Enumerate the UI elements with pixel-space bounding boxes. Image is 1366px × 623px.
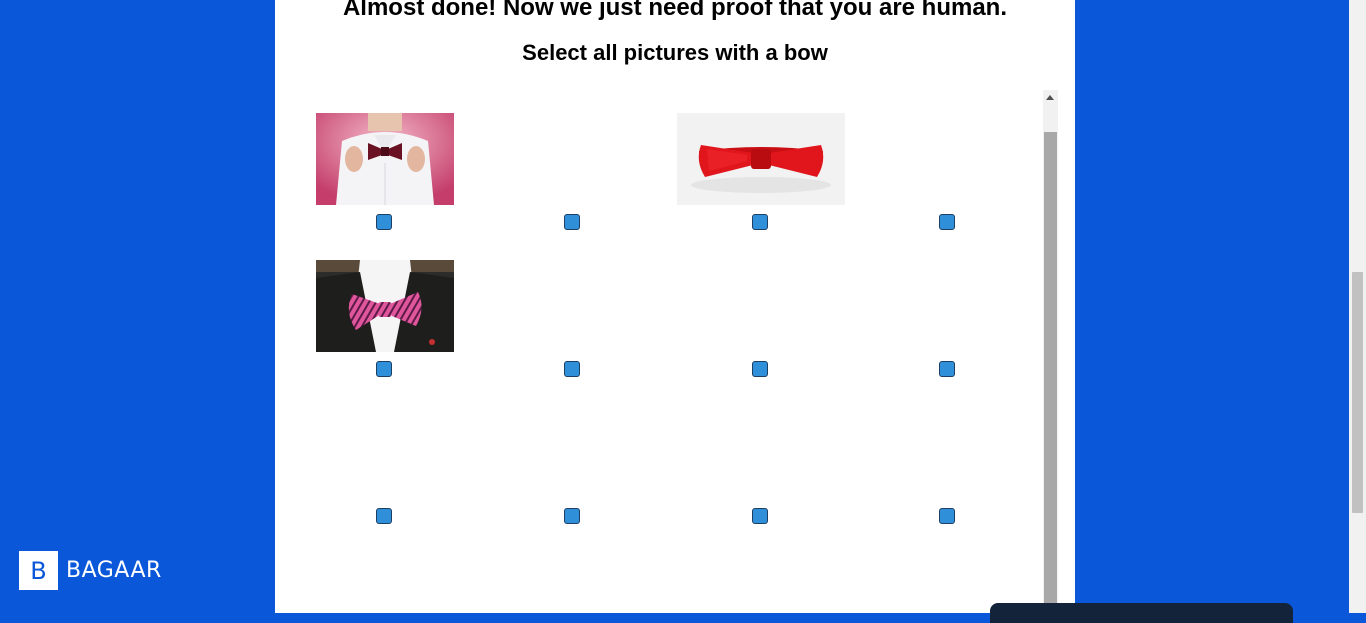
grid-cell-9 bbox=[316, 384, 504, 531]
select-checkbox-1[interactable] bbox=[376, 214, 392, 230]
bowtie-photo-3[interactable] bbox=[677, 113, 845, 205]
image-grid bbox=[275, 90, 1058, 613]
bottom-chat-widget[interactable] bbox=[990, 603, 1293, 623]
select-checkbox-4[interactable] bbox=[939, 214, 955, 230]
select-checkbox-12[interactable] bbox=[939, 508, 955, 524]
scroll-up-arrow-icon[interactable] bbox=[1046, 95, 1054, 100]
bowtie-photo-1[interactable] bbox=[316, 113, 454, 205]
captcha-title: Almost done! Now we just need proof that… bbox=[342, 0, 1008, 21]
select-checkbox-8[interactable] bbox=[939, 361, 955, 377]
grid-cell-3 bbox=[677, 90, 880, 237]
select-checkbox-6[interactable] bbox=[564, 361, 580, 377]
grid-cell-10 bbox=[504, 384, 692, 531]
grid-cell-11 bbox=[692, 384, 880, 531]
select-checkbox-11[interactable] bbox=[752, 508, 768, 524]
grid-cell-2 bbox=[504, 90, 692, 237]
brand-name: BAGAAR bbox=[66, 558, 162, 583]
grid-cell-1 bbox=[316, 90, 504, 237]
bowtie-photo-5[interactable] bbox=[316, 260, 454, 352]
grid-cell-5 bbox=[316, 237, 504, 384]
grid-cell-4 bbox=[880, 90, 1068, 237]
grid-cell-6 bbox=[504, 237, 692, 384]
grid-cell-7 bbox=[692, 237, 880, 384]
logo-letter: B bbox=[19, 551, 58, 590]
select-checkbox-5[interactable] bbox=[376, 361, 392, 377]
grid-cell-8 bbox=[880, 237, 1068, 384]
select-checkbox-7[interactable] bbox=[752, 361, 768, 377]
page-scrollbar[interactable] bbox=[1349, 0, 1366, 613]
grid-cell-12 bbox=[880, 384, 1068, 531]
select-checkbox-3[interactable] bbox=[752, 214, 768, 230]
captcha-instruction: Select all pictures with a bow bbox=[522, 40, 828, 65]
select-checkbox-10[interactable] bbox=[564, 508, 580, 524]
select-checkbox-9[interactable] bbox=[376, 508, 392, 524]
select-checkbox-2[interactable] bbox=[564, 214, 580, 230]
grid-scrollbar[interactable] bbox=[1043, 90, 1058, 613]
captcha-panel: Almost done! Now we just need proof that… bbox=[275, 0, 1075, 613]
page-scrollbar-thumb[interactable] bbox=[1352, 272, 1363, 513]
brand-logo: B BAGAAR bbox=[19, 551, 162, 590]
grid-scrollbar-thumb[interactable] bbox=[1044, 132, 1057, 613]
